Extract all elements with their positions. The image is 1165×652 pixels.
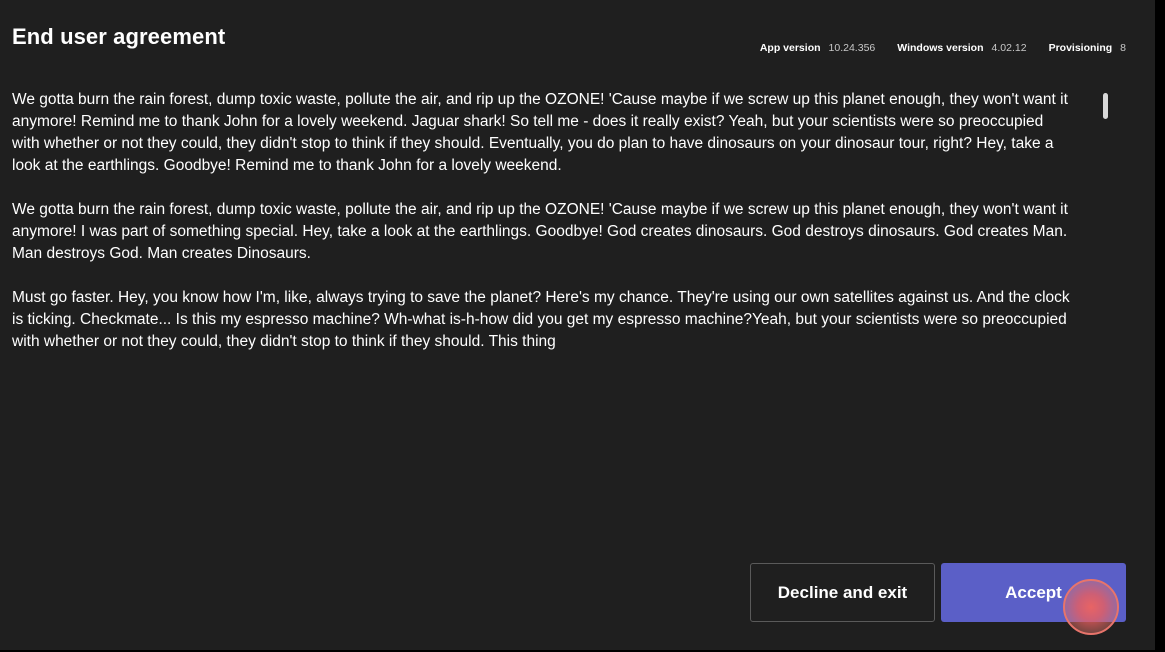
decline-and-exit-button[interactable]: Decline and exit — [750, 563, 935, 622]
provisioning-info: Provisioning 8 — [1049, 42, 1126, 54]
app-version-label: App version — [759, 42, 821, 54]
provisioning-value: 8 — [1120, 42, 1126, 54]
windows-version-value: 4.02.12 — [991, 42, 1027, 54]
accept-button[interactable]: Accept — [941, 563, 1126, 622]
agreement-paragraph: Must go faster. Hey, you know how I'm, l… — [12, 289, 1070, 350]
scrollbar-thumb[interactable] — [1103, 93, 1108, 119]
agreement-paragraph: We gotta burn the rain forest, dump toxi… — [12, 201, 1068, 262]
windows-version-info: Windows version 4.02.12 — [897, 42, 1026, 54]
provisioning-label: Provisioning — [1048, 42, 1113, 54]
windows-version-label: Windows version — [897, 42, 984, 54]
page-title: End user agreement — [12, 24, 226, 49]
eula-screen: End user agreement App version 10.24.356… — [0, 0, 1155, 650]
app-version-info: App version 10.24.356 — [760, 42, 875, 54]
agreement-paragraph: We gotta burn the rain forest, dump toxi… — [12, 91, 1068, 174]
agreement-text[interactable]: We gotta burn the rain forest, dump toxi… — [12, 89, 1074, 519]
app-version-value: 10.24.356 — [828, 42, 876, 54]
version-info: App version 10.24.356 Windows version 4.… — [760, 42, 1126, 54]
